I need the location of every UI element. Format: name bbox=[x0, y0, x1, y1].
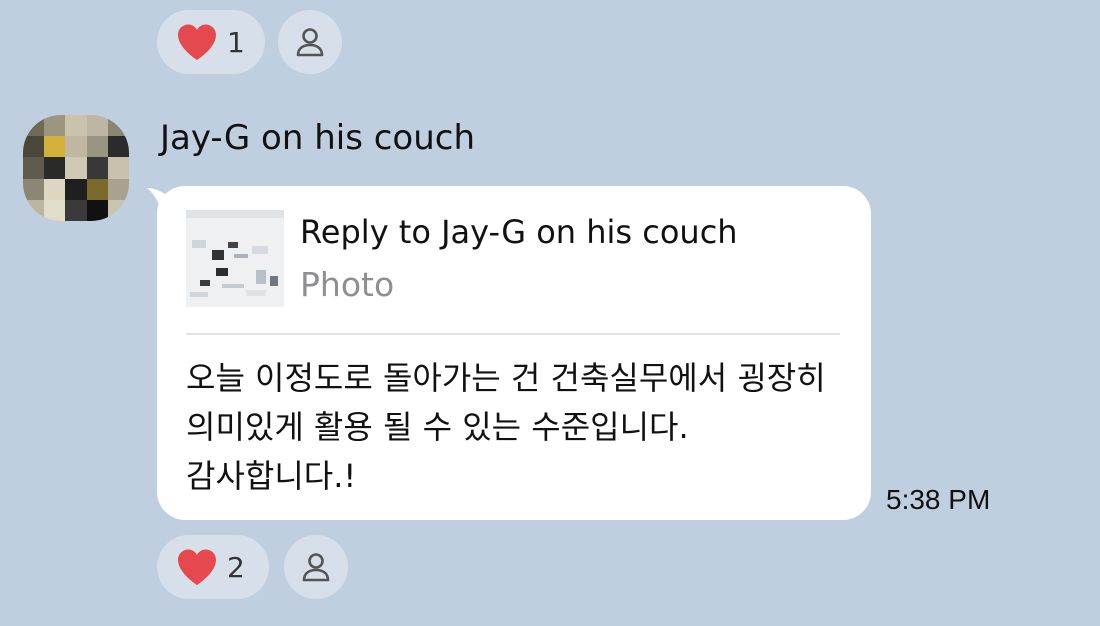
sender-avatar[interactable] bbox=[23, 115, 129, 221]
heart-reaction-pill-top[interactable]: 1 bbox=[157, 10, 265, 74]
reply-divider bbox=[186, 333, 840, 335]
heart-reaction-pill-bottom[interactable]: 2 bbox=[157, 535, 269, 599]
reply-photo-thumbnail[interactable] bbox=[186, 210, 284, 307]
reply-title[interactable]: Reply to Jay-G on his couch bbox=[300, 213, 738, 251]
message-timestamp: 5:38 PM bbox=[886, 484, 991, 515]
heart-reaction-count: 1 bbox=[227, 25, 245, 59]
user-icon bbox=[296, 28, 324, 57]
sender-name[interactable]: Jay-G on his couch bbox=[160, 118, 475, 158]
add-reaction-button-top[interactable] bbox=[278, 10, 342, 74]
photo-thumbnail-image bbox=[186, 210, 284, 307]
heart-reaction-count: 2 bbox=[227, 550, 245, 584]
heart-icon bbox=[178, 24, 216, 60]
reply-subtitle: Photo bbox=[300, 265, 395, 304]
add-reaction-button-bottom[interactable] bbox=[284, 535, 348, 599]
message-text: 오늘 이정도로 돌아가는 건 건축실무에서 굉장히 의미있게 활용 될 수 있는… bbox=[186, 359, 826, 495]
heart-icon bbox=[178, 549, 216, 585]
user-icon bbox=[302, 553, 330, 582]
